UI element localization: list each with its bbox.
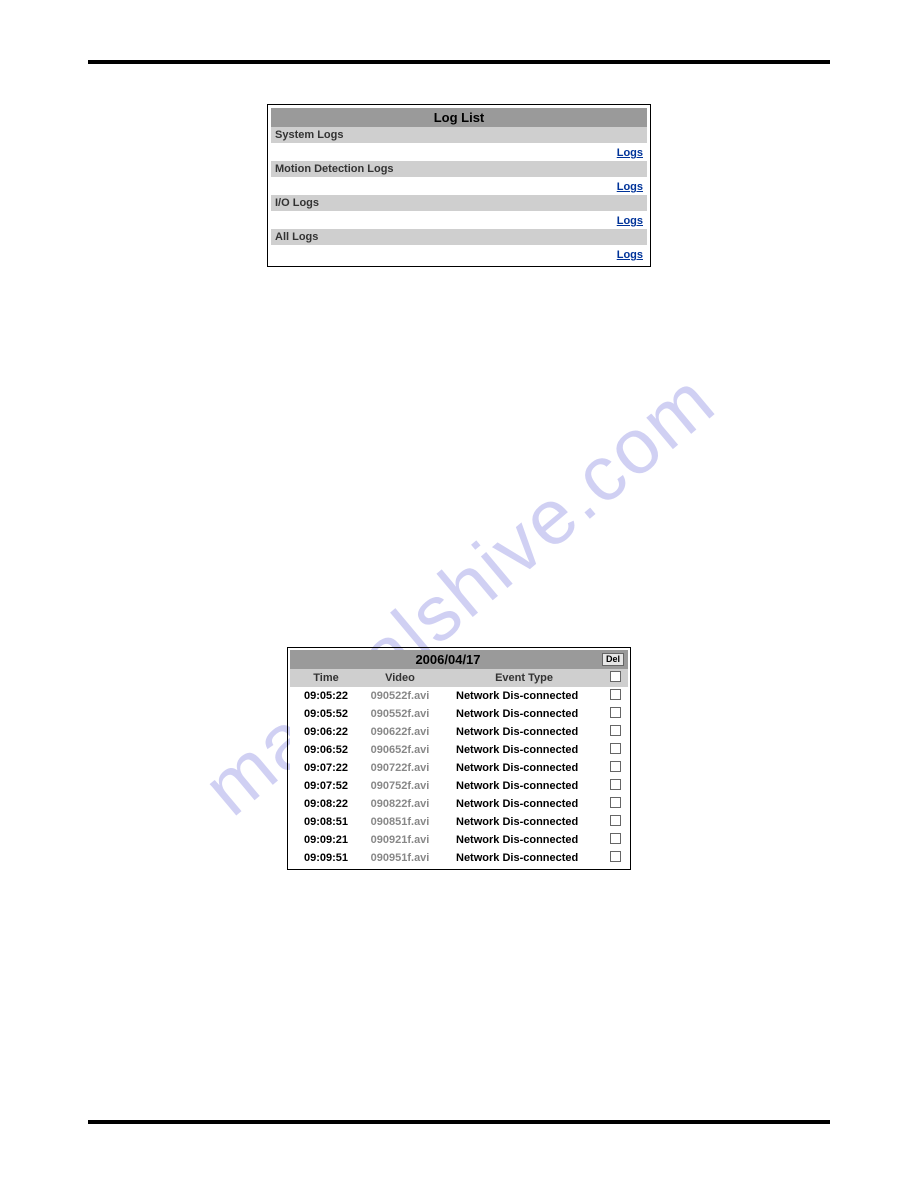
cell-time: 09:05:52 <box>294 708 358 720</box>
cell-checkbox <box>606 761 624 775</box>
cell-checkbox <box>606 815 624 829</box>
log-section-motion-linkrow: Logs <box>271 177 647 195</box>
log-section-system: System Logs <box>271 127 647 143</box>
table-row: 09:09:21090921f.aviNetwork Dis-connected <box>290 831 628 849</box>
col-select-all <box>606 671 624 685</box>
row-checkbox[interactable] <box>610 815 621 826</box>
table-row: 09:08:22090822f.aviNetwork Dis-connected <box>290 795 628 813</box>
log-section-all: All Logs <box>271 229 647 245</box>
cell-time: 09:07:52 <box>294 780 358 792</box>
cell-video[interactable]: 090822f.avi <box>358 798 442 810</box>
cell-video[interactable]: 090722f.avi <box>358 762 442 774</box>
col-video: Video <box>358 672 442 684</box>
page: Log List System Logs Logs Motion Detecti… <box>0 0 918 1188</box>
row-checkbox[interactable] <box>610 833 621 844</box>
cell-checkbox <box>606 743 624 757</box>
cell-event: Network Dis-connected <box>442 726 606 738</box>
log-section-system-linkrow: Logs <box>271 143 647 161</box>
cell-event: Network Dis-connected <box>442 690 606 702</box>
log-table-panel: 2006/04/17 Del Time Video Event Type 09:… <box>287 647 631 870</box>
cell-checkbox <box>606 851 624 865</box>
cell-time: 09:05:22 <box>294 690 358 702</box>
cell-checkbox <box>606 833 624 847</box>
cell-video[interactable]: 090622f.avi <box>358 726 442 738</box>
row-checkbox[interactable] <box>610 707 621 718</box>
log-list-title: Log List <box>271 108 647 127</box>
cell-time: 09:08:22 <box>294 798 358 810</box>
cell-video[interactable]: 090851f.avi <box>358 816 442 828</box>
log-table-header: Time Video Event Type <box>290 669 628 687</box>
cell-event: Network Dis-connected <box>442 708 606 720</box>
cell-checkbox <box>606 689 624 703</box>
row-checkbox[interactable] <box>610 797 621 808</box>
table-row: 09:07:52090752f.aviNetwork Dis-connected <box>290 777 628 795</box>
log-table-date: 2006/04/17 <box>294 652 602 667</box>
top-rule <box>88 60 830 64</box>
cell-event: Network Dis-connected <box>442 780 606 792</box>
cell-event: Network Dis-connected <box>442 834 606 846</box>
table-row: 09:06:22090622f.aviNetwork Dis-connected <box>290 723 628 741</box>
log-list-panel: Log List System Logs Logs Motion Detecti… <box>267 104 651 267</box>
table-row: 09:05:52090552f.aviNetwork Dis-connected <box>290 705 628 723</box>
row-checkbox[interactable] <box>610 761 621 772</box>
delete-button[interactable]: Del <box>602 653 624 666</box>
cell-video[interactable]: 090921f.avi <box>358 834 442 846</box>
cell-video[interactable]: 090652f.avi <box>358 744 442 756</box>
cell-video[interactable]: 090522f.avi <box>358 690 442 702</box>
row-checkbox[interactable] <box>610 779 621 790</box>
cell-video[interactable]: 090552f.avi <box>358 708 442 720</box>
cell-event: Network Dis-connected <box>442 744 606 756</box>
table-row: 09:08:51090851f.aviNetwork Dis-connected <box>290 813 628 831</box>
cell-event: Network Dis-connected <box>442 816 606 828</box>
cell-video[interactable]: 090951f.avi <box>358 852 442 864</box>
row-checkbox[interactable] <box>610 689 621 700</box>
bottom-rule <box>88 1120 830 1124</box>
cell-event: Network Dis-connected <box>442 798 606 810</box>
select-all-checkbox[interactable] <box>610 671 621 682</box>
cell-time: 09:07:22 <box>294 762 358 774</box>
logs-link[interactable]: Logs <box>617 181 643 193</box>
logs-link[interactable]: Logs <box>617 249 643 261</box>
log-section-io-linkrow: Logs <box>271 211 647 229</box>
cell-checkbox <box>606 725 624 739</box>
row-checkbox[interactable] <box>610 851 621 862</box>
table-row: 09:05:22090522f.aviNetwork Dis-connected <box>290 687 628 705</box>
log-table-body: 09:05:22090522f.aviNetwork Dis-connected… <box>290 687 628 867</box>
cell-video[interactable]: 090752f.avi <box>358 780 442 792</box>
cell-time: 09:09:21 <box>294 834 358 846</box>
cell-time: 09:06:22 <box>294 726 358 738</box>
table-row: 09:06:52090652f.aviNetwork Dis-connected <box>290 741 628 759</box>
log-table-titlebar: 2006/04/17 Del <box>290 650 628 669</box>
col-event: Event Type <box>442 672 606 684</box>
row-checkbox[interactable] <box>610 725 621 736</box>
cell-event: Network Dis-connected <box>442 762 606 774</box>
logs-link[interactable]: Logs <box>617 215 643 227</box>
cell-checkbox <box>606 707 624 721</box>
log-section-motion: Motion Detection Logs <box>271 161 647 177</box>
cell-checkbox <box>606 779 624 793</box>
cell-event: Network Dis-connected <box>442 852 606 864</box>
logs-link[interactable]: Logs <box>617 147 643 159</box>
table-row: 09:09:51090951f.aviNetwork Dis-connected <box>290 849 628 867</box>
log-section-io: I/O Logs <box>271 195 647 211</box>
table-row: 09:07:22090722f.aviNetwork Dis-connected <box>290 759 628 777</box>
log-section-all-linkrow: Logs <box>271 245 647 263</box>
cell-checkbox <box>606 797 624 811</box>
row-checkbox[interactable] <box>610 743 621 754</box>
cell-time: 09:08:51 <box>294 816 358 828</box>
cell-time: 09:06:52 <box>294 744 358 756</box>
col-time: Time <box>294 672 358 684</box>
cell-time: 09:09:51 <box>294 852 358 864</box>
